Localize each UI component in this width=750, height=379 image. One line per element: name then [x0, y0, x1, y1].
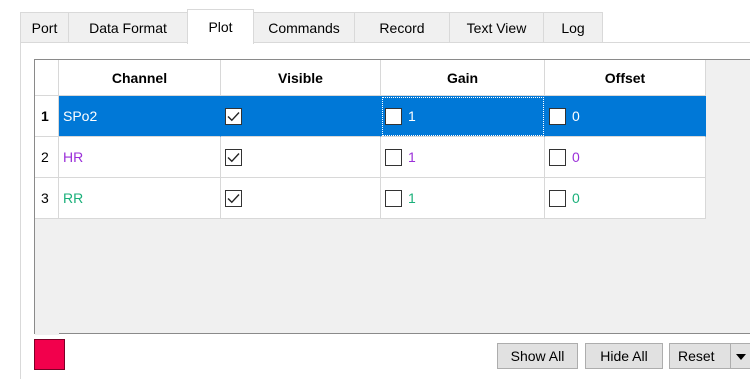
table-row[interactable]: 1 SPo2 1 0: [35, 96, 706, 137]
tab-data-format[interactable]: Data Format: [68, 12, 188, 43]
tab-label: Port: [31, 20, 58, 36]
offset-value: 0: [572, 149, 580, 165]
visible-cell[interactable]: [221, 137, 381, 178]
channel-name-cell[interactable]: SPo2: [59, 96, 221, 137]
tab-label: Log: [561, 20, 585, 36]
chevron-down-icon: [735, 348, 746, 364]
offset-checkbox-icon[interactable]: [549, 148, 566, 166]
channel-name-cell[interactable]: HR: [59, 137, 221, 178]
tab-log[interactable]: Log: [543, 12, 603, 43]
show-all-button[interactable]: Show All: [497, 343, 578, 369]
row-header-empty: [35, 260, 59, 335]
visible-cell[interactable]: [221, 96, 381, 137]
visible-checkbox-icon[interactable]: [225, 107, 242, 125]
row-number[interactable]: 2: [35, 137, 59, 178]
tab-bar: Port Data Format Plot Commands Record Te…: [20, 9, 603, 44]
column-header-gain[interactable]: Gain: [381, 60, 545, 96]
offset-checkbox-icon[interactable]: [549, 189, 566, 207]
gain-value: 1: [408, 108, 416, 124]
gain-checkbox-icon[interactable]: [385, 148, 402, 166]
reset-dropdown-button[interactable]: [730, 343, 750, 369]
corner-header: [35, 60, 59, 96]
channel-table: Channel Visible Gain Offset 1 SPo2 1 0 2 HR 1 0…: [34, 59, 750, 335]
tab-text-view[interactable]: Text View: [449, 12, 544, 43]
offset-value: 0: [572, 108, 580, 124]
tab-port[interactable]: Port: [20, 12, 69, 43]
offset-cell[interactable]: 0: [545, 96, 706, 137]
channel-name: SPo2: [63, 108, 98, 124]
color-swatch[interactable]: [34, 339, 65, 370]
offset-cell[interactable]: 0: [545, 178, 706, 219]
tab-label: Plot: [208, 19, 233, 35]
offset-checkbox-icon[interactable]: [549, 107, 566, 125]
gain-cell[interactable]: 1: [381, 96, 545, 137]
gain-value: 1: [408, 149, 416, 165]
visible-checkbox-icon[interactable]: [225, 189, 242, 207]
gain-checkbox-icon[interactable]: [385, 189, 402, 207]
tab-plot[interactable]: Plot: [187, 9, 254, 44]
tab-label: Record: [379, 20, 425, 36]
table-row[interactable]: 3 RR 1 0: [35, 178, 706, 219]
column-header-offset[interactable]: Offset: [545, 60, 706, 96]
reset-button[interactable]: Reset: [669, 343, 731, 369]
channel-name: HR: [63, 149, 84, 165]
gain-cell[interactable]: 1: [381, 137, 545, 178]
tab-label: Commands: [268, 20, 340, 36]
plot-settings-window: Port Data Format Plot Commands Record Te…: [0, 0, 750, 379]
table-header: Channel Visible Gain Offset: [35, 60, 706, 96]
channel-name: RR: [63, 190, 84, 206]
row-number[interactable]: 1: [35, 96, 59, 137]
offset-cell[interactable]: 0: [545, 137, 706, 178]
gain-checkbox-icon[interactable]: [385, 107, 402, 125]
channel-name-cell[interactable]: RR: [59, 178, 221, 219]
tab-label: Text View: [466, 20, 527, 36]
visible-checkbox-icon[interactable]: [225, 148, 242, 166]
gain-value: 1: [408, 190, 416, 206]
table-row[interactable]: 2 HR 1 0: [35, 137, 706, 178]
offset-value: 0: [572, 190, 580, 206]
row-number[interactable]: 3: [35, 178, 59, 219]
column-header-visible[interactable]: Visible: [221, 60, 381, 96]
tab-commands[interactable]: Commands: [253, 12, 355, 43]
column-header-channel[interactable]: Channel: [59, 60, 221, 96]
tab-label: Data Format: [89, 20, 167, 36]
hide-all-button[interactable]: Hide All: [585, 343, 663, 369]
tab-record[interactable]: Record: [354, 12, 450, 43]
visible-cell[interactable]: [221, 178, 381, 219]
gain-cell[interactable]: 1: [381, 178, 545, 219]
